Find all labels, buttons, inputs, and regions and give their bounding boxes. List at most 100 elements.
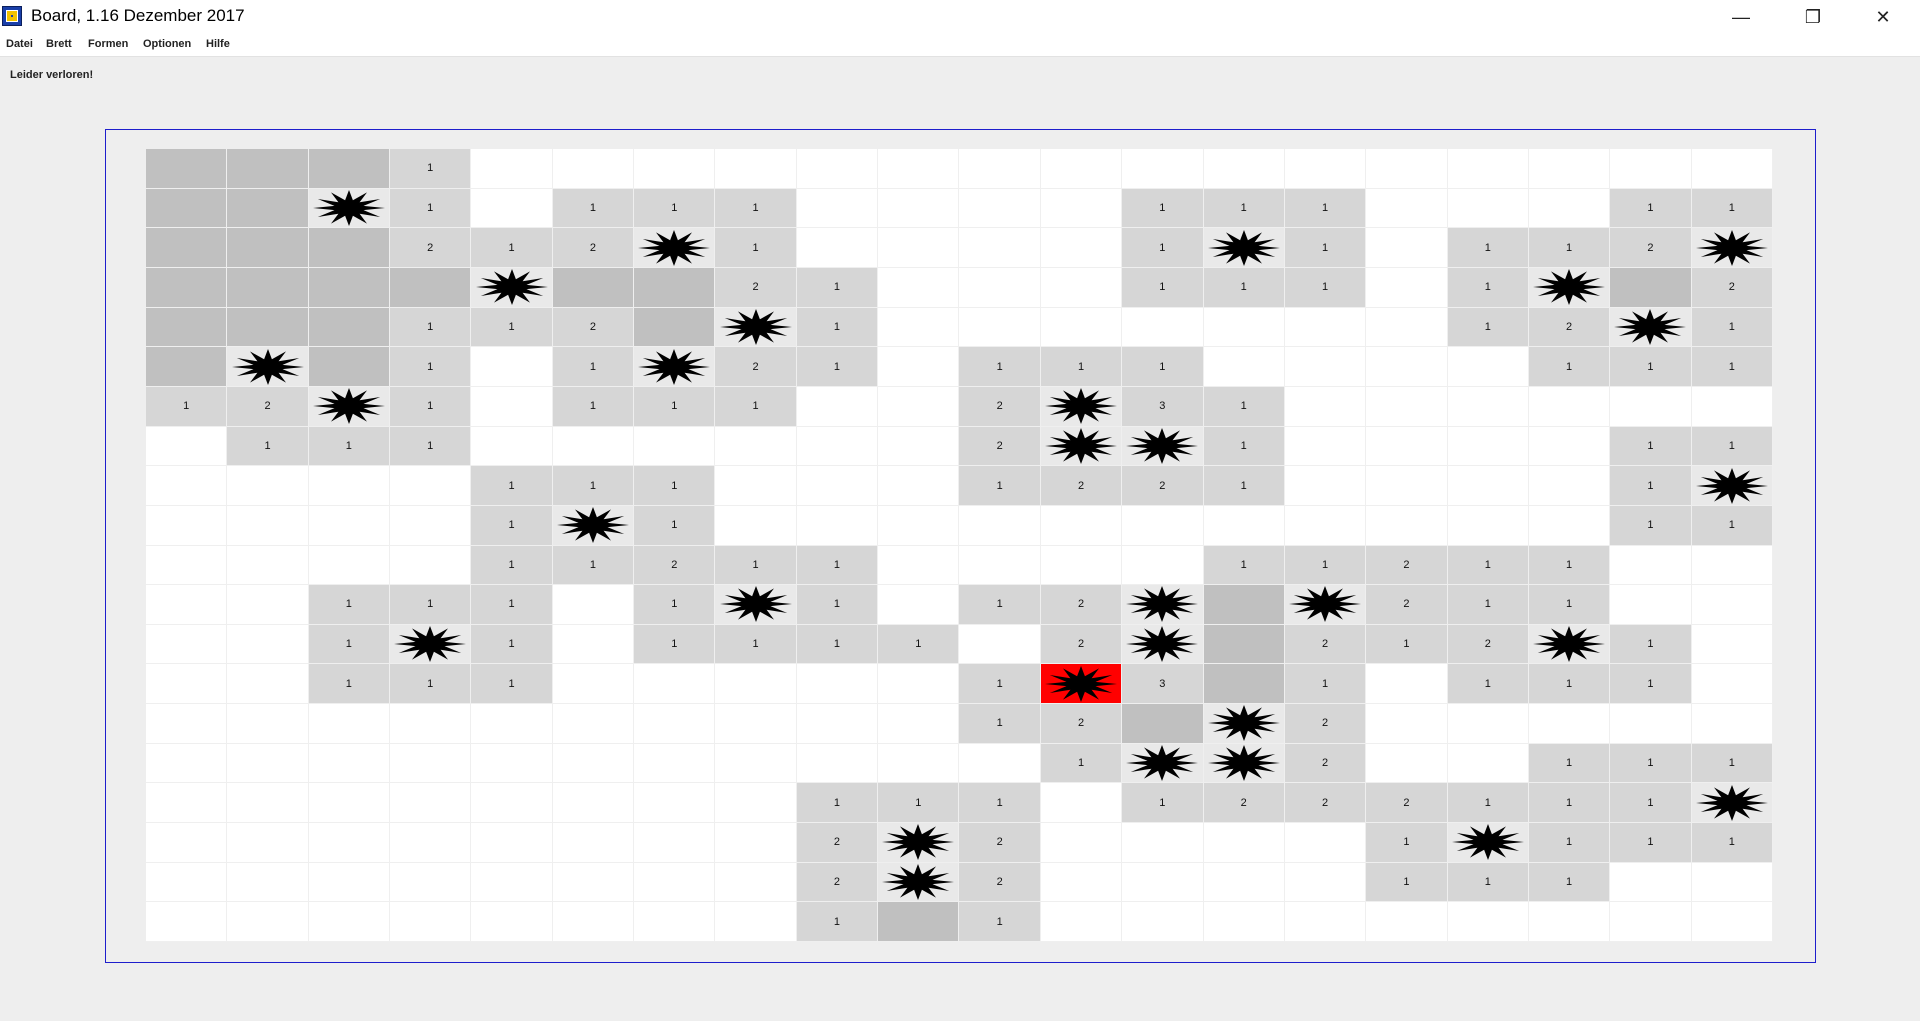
cell-unrevealed[interactable] xyxy=(1203,624,1285,665)
cell-empty[interactable] xyxy=(878,545,960,586)
cell-number[interactable]: 1 xyxy=(1691,307,1773,348)
cell-number[interactable]: 1 xyxy=(1528,545,1611,586)
cell-empty[interactable] xyxy=(959,505,1041,546)
menu-optionen[interactable]: Optionen xyxy=(143,38,191,50)
cell-mine[interactable] xyxy=(1528,624,1611,665)
cell-number[interactable]: 1 xyxy=(1122,783,1204,824)
cell-empty[interactable] xyxy=(878,267,960,308)
minimize-button[interactable]: — xyxy=(1706,0,1776,34)
cell-empty[interactable] xyxy=(1366,505,1448,546)
cell-empty[interactable] xyxy=(390,862,472,903)
cell-number[interactable]: 1 xyxy=(796,783,879,824)
cell-empty[interactable] xyxy=(1366,149,1448,189)
cell-empty[interactable] xyxy=(1366,466,1448,506)
cell-number[interactable]: 2 xyxy=(1040,585,1123,625)
cell-empty[interactable] xyxy=(471,783,553,824)
cell-empty[interactable] xyxy=(227,585,309,625)
cell-empty[interactable] xyxy=(1040,862,1123,903)
cell-empty[interactable] xyxy=(1040,823,1123,863)
cell-empty[interactable] xyxy=(634,823,716,863)
cell-number[interactable]: 1 xyxy=(390,585,472,625)
cell-number[interactable]: 1 xyxy=(1203,267,1285,308)
cell-number[interactable]: 1 xyxy=(1610,783,1692,824)
cell-empty[interactable] xyxy=(1691,585,1773,625)
cell-empty[interactable] xyxy=(1447,386,1529,427)
cell-unrevealed[interactable] xyxy=(146,149,228,189)
cell-empty[interactable] xyxy=(1284,307,1367,348)
cell-number[interactable]: 1 xyxy=(1203,545,1285,586)
cell-number[interactable]: 1 xyxy=(1610,505,1692,546)
cell-number[interactable]: 1 xyxy=(796,347,879,387)
cell-empty[interactable] xyxy=(878,149,960,189)
cell-empty[interactable] xyxy=(552,585,635,625)
cell-unrevealed[interactable] xyxy=(146,347,228,387)
cell-empty[interactable] xyxy=(634,862,716,903)
cell-number[interactable]: 2 xyxy=(1366,585,1448,625)
cell-empty[interactable] xyxy=(959,743,1041,784)
cell-number[interactable]: 1 xyxy=(634,386,716,427)
cell-empty[interactable] xyxy=(1691,386,1773,427)
cell-empty[interactable] xyxy=(308,505,391,546)
cell-unrevealed[interactable] xyxy=(227,267,309,308)
cell-empty[interactable] xyxy=(1610,386,1692,427)
cell-empty[interactable] xyxy=(1040,267,1123,308)
cell-empty[interactable] xyxy=(308,783,391,824)
cell-empty[interactable] xyxy=(715,466,797,506)
cell-empty[interactable] xyxy=(1691,545,1773,586)
cell-empty[interactable] xyxy=(471,386,553,427)
cell-unrevealed[interactable] xyxy=(1203,585,1285,625)
cell-empty[interactable] xyxy=(471,704,553,744)
cell-empty[interactable] xyxy=(1528,704,1611,744)
cell-number[interactable]: 1 xyxy=(1284,545,1367,586)
cell-empty[interactable] xyxy=(308,902,391,942)
cell-empty[interactable] xyxy=(1366,228,1448,268)
cell-empty[interactable] xyxy=(552,902,635,942)
cell-number[interactable]: 1 xyxy=(1528,228,1611,268)
cell-number[interactable]: 1 xyxy=(471,664,553,705)
cell-number[interactable]: 1 xyxy=(715,188,797,229)
menu-hilfe[interactable]: Hilfe xyxy=(206,38,230,50)
cell-empty[interactable] xyxy=(959,267,1041,308)
cell-empty[interactable] xyxy=(1040,783,1123,824)
cell-empty[interactable] xyxy=(1122,823,1204,863)
cell-empty[interactable] xyxy=(878,585,960,625)
cell-empty[interactable] xyxy=(1040,505,1123,546)
cell-empty[interactable] xyxy=(634,149,716,189)
cell-empty[interactable] xyxy=(796,228,879,268)
cell-number[interactable]: 1 xyxy=(1447,545,1529,586)
cell-number[interactable]: 1 xyxy=(471,624,553,665)
cell-empty[interactable] xyxy=(146,585,228,625)
cell-number[interactable]: 1 xyxy=(1366,624,1448,665)
cell-mine[interactable] xyxy=(1528,267,1611,308)
cell-empty[interactable] xyxy=(552,783,635,824)
cell-empty[interactable] xyxy=(1366,188,1448,229)
cell-empty[interactable] xyxy=(1203,149,1285,189)
cell-empty[interactable] xyxy=(796,466,879,506)
cell-empty[interactable] xyxy=(878,664,960,705)
cell-number[interactable]: 1 xyxy=(715,624,797,665)
cell-unrevealed[interactable] xyxy=(146,267,228,308)
cell-empty[interactable] xyxy=(1447,902,1529,942)
cell-number[interactable]: 1 xyxy=(390,664,472,705)
cell-empty[interactable] xyxy=(634,664,716,705)
cell-empty[interactable] xyxy=(390,902,472,942)
cell-empty[interactable] xyxy=(1122,149,1204,189)
cell-empty[interactable] xyxy=(227,783,309,824)
cell-number[interactable]: 2 xyxy=(552,307,635,348)
cell-empty[interactable] xyxy=(390,704,472,744)
cell-number[interactable]: 2 xyxy=(390,228,472,268)
cell-mine[interactable] xyxy=(715,585,797,625)
cell-number[interactable]: 1 xyxy=(1610,743,1692,784)
cell-number[interactable]: 1 xyxy=(552,466,635,506)
cell-number[interactable]: 1 xyxy=(1610,823,1692,863)
cell-empty[interactable] xyxy=(1284,386,1367,427)
cell-number[interactable]: 1 xyxy=(1203,466,1285,506)
cell-empty[interactable] xyxy=(1284,862,1367,903)
cell-number[interactable]: 1 xyxy=(390,426,472,467)
cell-empty[interactable] xyxy=(1610,149,1692,189)
cell-empty[interactable] xyxy=(1691,704,1773,744)
cell-number[interactable]: 1 xyxy=(390,188,472,229)
cell-number[interactable]: 1 xyxy=(1366,823,1448,863)
cell-empty[interactable] xyxy=(796,505,879,546)
cell-number[interactable]: 1 xyxy=(471,505,553,546)
